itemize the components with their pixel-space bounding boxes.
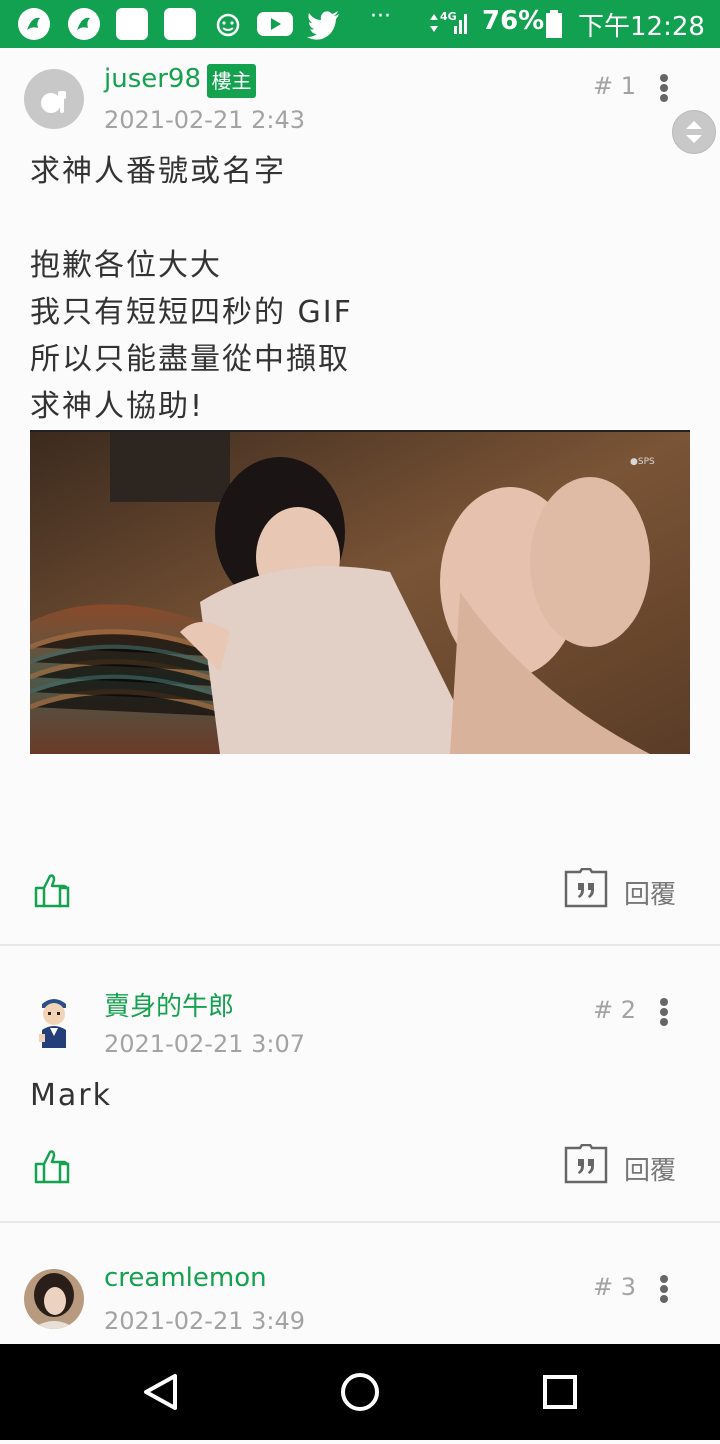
more-notifications-indicator: ··· xyxy=(370,4,391,29)
home-icon[interactable] xyxy=(300,1344,420,1440)
reply-button[interactable]: 回覆 xyxy=(624,1150,676,1187)
reply-icon[interactable] xyxy=(564,1143,608,1184)
post-username[interactable]: 賣身的牛郎 xyxy=(104,986,234,1023)
more-options-icon[interactable] xyxy=(652,994,676,1030)
post-username[interactable]: creamlemon xyxy=(104,1263,267,1293)
post-timestamp: 2021-02-21 3:07 xyxy=(104,1030,305,1058)
floor-number[interactable]: # 2 xyxy=(593,996,636,1024)
cartoon-avatar-icon[interactable] xyxy=(24,990,84,1050)
network-type-label: 4G xyxy=(440,10,457,23)
clock: 下午12:28 xyxy=(578,12,705,42)
thread-content[interactable]: juser98 樓主 2021-02-21 2:43 # 1 求神人番號或名字 … xyxy=(0,48,720,1344)
svg-text:●SPS: ●SPS xyxy=(630,457,655,467)
app-notification-icon xyxy=(164,8,196,40)
post-2: 賣身的牛郎 2021-02-21 3:07 # 2 Mark 回覆 xyxy=(0,946,720,1222)
youtube-icon xyxy=(256,8,294,40)
post-body: 求神人番號或名字 抱歉各位大大 我只有短短四秒的 GIF 所以只能盡量從中擷取 … xyxy=(30,154,353,424)
op-badge: 樓主 xyxy=(207,64,256,98)
more-options-icon[interactable] xyxy=(652,1271,676,1307)
floor-number[interactable]: # 1 xyxy=(593,72,636,100)
more-options-icon[interactable] xyxy=(652,70,676,106)
post-3: creamlemon 2021-02-21 3:49 # 3 xyxy=(0,1223,720,1344)
twitter-icon xyxy=(306,8,342,40)
post-timestamp: 2021-02-21 2:43 xyxy=(104,106,305,134)
app-notification-icon xyxy=(68,8,100,40)
smiley-icon xyxy=(212,8,244,40)
app-notification-icon xyxy=(116,8,148,40)
navigation-bar xyxy=(0,1344,720,1440)
app-notification-icon xyxy=(18,8,50,40)
like-icon[interactable] xyxy=(32,870,72,910)
post-body: Mark xyxy=(30,1078,112,1113)
back-icon[interactable] xyxy=(100,1344,220,1440)
post-image[interactable]: ●SPS xyxy=(30,430,690,754)
reply-button[interactable]: 回覆 xyxy=(624,874,676,911)
photo-avatar-icon[interactable] xyxy=(24,1269,84,1329)
like-icon[interactable] xyxy=(32,1146,72,1186)
scroll-handle-icon[interactable] xyxy=(672,110,716,154)
recent-apps-icon[interactable] xyxy=(500,1344,620,1440)
post-timestamp: 2021-02-21 3:49 xyxy=(104,1307,305,1335)
post-1: juser98 樓主 2021-02-21 2:43 # 1 求神人番號或名字 … xyxy=(0,48,720,946)
post-username[interactable]: juser98 xyxy=(104,64,201,94)
status-bar: ··· 4G 76% 下午12:28 xyxy=(0,0,720,48)
battery-percentage: 76% xyxy=(482,6,545,36)
default-avatar-icon[interactable] xyxy=(24,69,84,129)
reply-icon[interactable] xyxy=(564,867,608,908)
battery-icon xyxy=(544,8,564,40)
floor-number[interactable]: # 3 xyxy=(593,1273,636,1301)
